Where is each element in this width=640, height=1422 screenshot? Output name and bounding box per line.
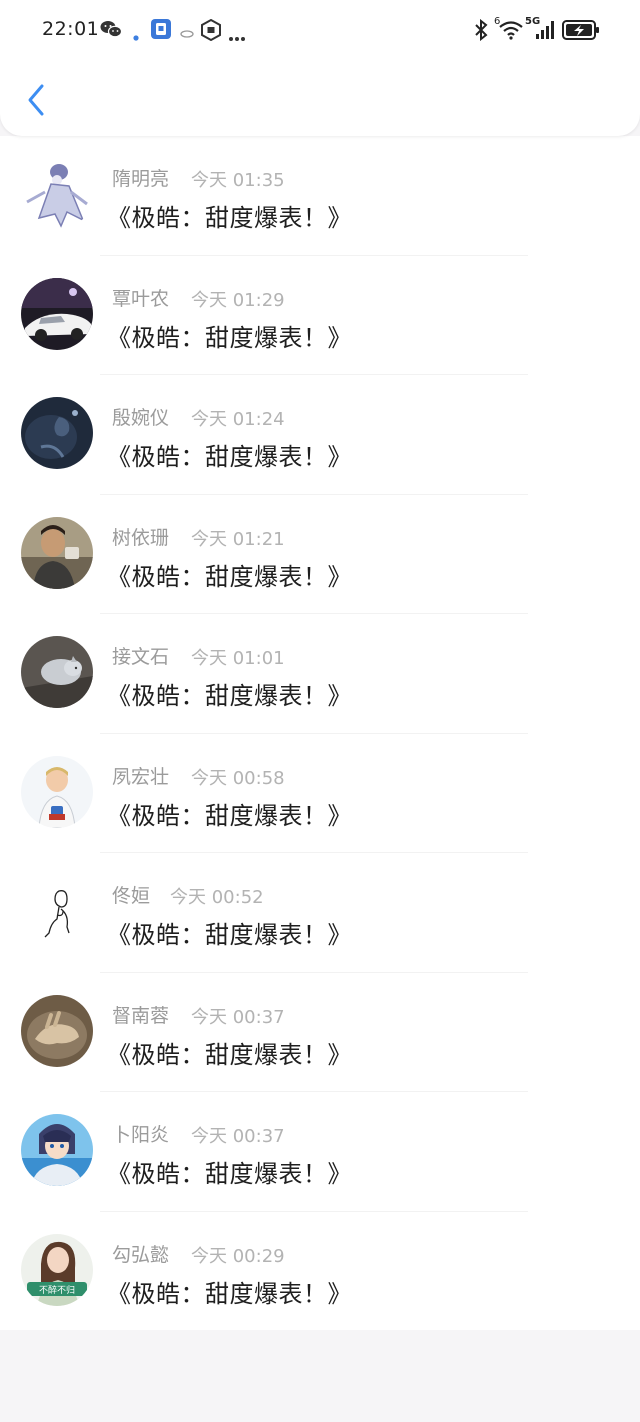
comment-time: 今天 00:52 (170, 887, 264, 908)
avatar[interactable] (21, 755, 93, 828)
status-bar: 22:01 6 5G (0, 0, 640, 60)
avatar[interactable]: 不醉不归 (21, 1233, 93, 1306)
list-item[interactable]: 隋明亮 今天 01:35 《极皓：甜度爆表！》 (0, 136, 640, 256)
comment-list: 隋明亮 今天 01:35 《极皓：甜度爆表！》 覃叶农 今天 01:29 《极皓… (0, 136, 640, 1330)
avatar[interactable] (21, 875, 93, 947)
list-item[interactable]: 夙宏壮 今天 00:58 《极皓：甜度爆表！》 (0, 734, 640, 853)
dot-icon (133, 26, 139, 45)
comment-time: 今天 01:29 (191, 289, 285, 311)
back-button[interactable] (18, 80, 54, 120)
comment-text: 《极皓：甜度爆表！》 (107, 443, 352, 471)
comment-text: 《极皓：甜度爆表！》 (107, 921, 352, 949)
comment-text: 《极皓：甜度爆表！》 (107, 323, 352, 352)
comment-author[interactable]: 夙宏壮 (112, 762, 169, 789)
comment-text: 《极皓：甜度爆表！》 (107, 562, 352, 591)
avatar[interactable] (21, 636, 93, 708)
app-icon (150, 18, 172, 44)
list-item[interactable]: 不醉不归 勾弘懿 今天 00:29 《极皓：甜度爆表！》 (0, 1212, 640, 1332)
list-item[interactable]: 卜阳炎 今天 00:37 《极皓：甜度爆表！》 (0, 1092, 640, 1212)
comment-text: 《极皓：甜度爆表！》 (107, 204, 352, 232)
comment-author[interactable]: 勾弘懿 (112, 1240, 169, 1267)
comment-time: 今天 00:37 (191, 1006, 285, 1028)
hexagon-icon (200, 18, 222, 45)
comment-text: 《极皓：甜度爆表！》 (107, 682, 352, 710)
avatar[interactable] (21, 277, 93, 350)
avatar-sign-text: 不醉不归 (39, 1284, 75, 1296)
comment-time: 今天 01:21 (191, 528, 285, 550)
chevron-left-icon (28, 84, 44, 116)
wechat-icon (100, 20, 123, 42)
signal-icon (535, 20, 557, 44)
list-item[interactable]: 佟姮 今天 00:52 《极皓：甜度爆表！》 (0, 853, 640, 973)
wifi-icon (498, 20, 524, 44)
comment-time: 今天 00:37 (191, 1126, 285, 1147)
more-icon (228, 27, 246, 46)
avatar[interactable] (21, 397, 93, 469)
comment-time: 今天 01:24 (191, 409, 285, 430)
status-time: 22:01 (42, 18, 100, 40)
link-icon (180, 24, 194, 43)
comment-author[interactable]: 殷婉仪 (112, 403, 169, 430)
comment-text: 《极皓：甜度爆表！》 (107, 1279, 352, 1308)
bluetooth-icon (473, 18, 489, 45)
battery-charging-icon (562, 19, 600, 45)
comment-time: 今天 00:29 (191, 1245, 285, 1267)
avatar[interactable] (21, 1114, 93, 1186)
comment-time: 今天 01:35 (191, 170, 285, 191)
avatar[interactable] (21, 516, 93, 589)
comment-time: 今天 01:01 (191, 648, 285, 669)
comment-author[interactable]: 卜阳炎 (112, 1120, 169, 1147)
comment-author[interactable]: 佟姮 (112, 881, 150, 908)
comment-text: 《极皓：甜度爆表！》 (107, 1160, 352, 1188)
list-item[interactable]: 殷婉仪 今天 01:24 《极皓：甜度爆表！》 (0, 375, 640, 495)
comment-author[interactable]: 覃叶农 (112, 284, 169, 311)
list-item[interactable]: 接文石 今天 01:01 《极皓：甜度爆表！》 (0, 614, 640, 734)
comment-text: 《极皓：甜度爆表！》 (107, 801, 352, 830)
comment-text: 《极皓：甜度爆表！》 (107, 1040, 352, 1069)
comment-author[interactable]: 树依珊 (112, 523, 169, 550)
list-item[interactable]: 覃叶农 今天 01:29 《极皓：甜度爆表！》 (0, 256, 640, 375)
list-item[interactable]: 督南蓉 今天 00:37 《极皓：甜度爆表！》 (0, 973, 640, 1092)
comment-author[interactable]: 督南蓉 (112, 1001, 169, 1028)
avatar[interactable] (21, 158, 93, 230)
list-item[interactable]: 树依珊 今天 01:21 《极皓：甜度爆表！》 (0, 495, 640, 614)
comment-author[interactable]: 隋明亮 (112, 164, 169, 191)
comment-time: 今天 00:58 (191, 767, 285, 789)
comment-author[interactable]: 接文石 (112, 642, 169, 669)
top-header: 22:01 6 5G (0, 0, 640, 136)
avatar[interactable] (21, 994, 93, 1067)
